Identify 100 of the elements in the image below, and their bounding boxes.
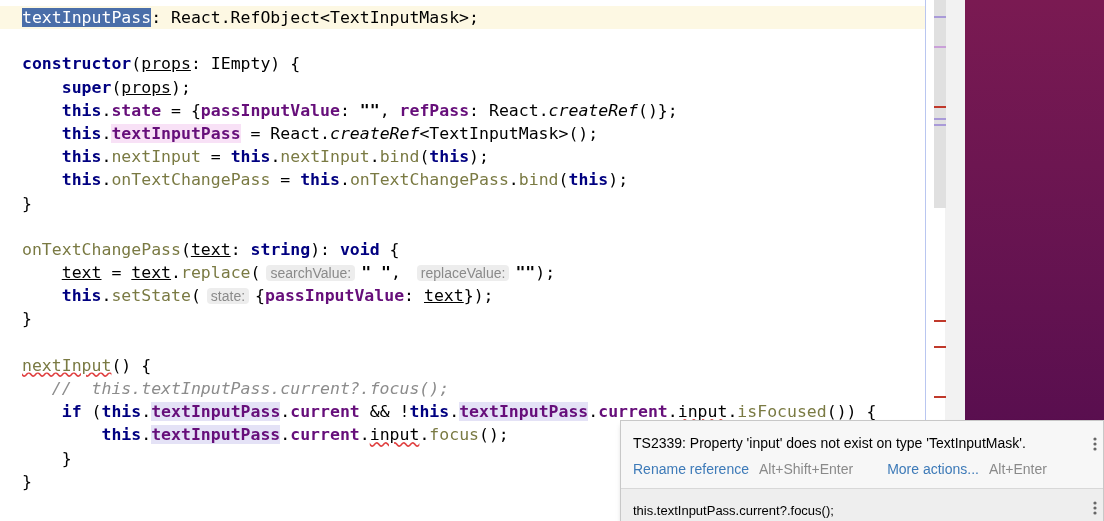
- code-token: text: [60, 263, 102, 283]
- code-token: ):: [310, 239, 331, 259]
- code-token: this: [300, 170, 340, 190]
- code-token: this: [429, 147, 470, 167]
- code-token: input: [677, 402, 728, 422]
- error-marker: [934, 346, 946, 348]
- code-token: textInputPass: [459, 402, 589, 422]
- code-token: onTextChangePass: [111, 170, 271, 190]
- code-token: (: [419, 147, 430, 167]
- code-token: .: [141, 402, 152, 422]
- code-token: onTextChangePass: [22, 239, 181, 259]
- code-token: if: [60, 402, 82, 422]
- code-token: {: [255, 286, 266, 306]
- code-token: this: [60, 100, 102, 120]
- code-token: .: [280, 425, 291, 445]
- code-token: ,: [379, 100, 391, 120]
- error-marker: [934, 320, 946, 322]
- code-token: .: [588, 402, 599, 422]
- code-token: this: [60, 123, 102, 143]
- code-token: ()};: [638, 100, 678, 120]
- code-token: .: [101, 170, 112, 190]
- code-token: });: [463, 286, 494, 306]
- code-token: :: [404, 286, 416, 306]
- code-token: <TextInputMask>();: [419, 123, 599, 143]
- quick-fix-link[interactable]: More actions...: [887, 459, 979, 480]
- code-token: passInputValue: [265, 286, 405, 306]
- code-token: " ": [361, 263, 391, 283]
- code-token: bind: [379, 147, 420, 167]
- shortcut-label: Alt+Enter: [988, 460, 1047, 479]
- code-token: constructor: [22, 54, 132, 74]
- code-token: .: [270, 147, 281, 167]
- code-token: (: [180, 239, 191, 259]
- parameter-hint: searchValue:: [266, 265, 356, 282]
- code-token: .: [101, 286, 112, 306]
- code-token: textInputPass: [22, 8, 152, 27]
- code-token: .: [449, 402, 460, 422]
- code-token: this: [60, 286, 102, 306]
- code-token: passInputValue: [200, 100, 340, 120]
- code-token: text: [190, 239, 231, 259]
- scrollbar-thumb[interactable]: [934, 0, 946, 208]
- code-token: current: [598, 402, 668, 422]
- code-token: .: [419, 425, 430, 445]
- code-token: {: [388, 239, 400, 259]
- code-token: current: [290, 402, 360, 422]
- code-token: : IEmpty) {: [190, 54, 301, 74]
- code-token: this: [230, 147, 271, 167]
- code-token: ()) {: [826, 402, 877, 422]
- code-token: .: [101, 100, 112, 120]
- code-token: textInputPass: [151, 402, 281, 422]
- more-options-icon[interactable]: [1093, 436, 1097, 451]
- code-token: }: [22, 309, 32, 329]
- code-token: textInputPass: [151, 425, 281, 445]
- code-token: this: [60, 170, 102, 190]
- code-token: replace: [181, 263, 251, 283]
- code-token: bind: [518, 170, 559, 190]
- code-token: onTextChangePass: [349, 170, 509, 190]
- usage-marker: [934, 16, 946, 18]
- error-marker: [934, 396, 946, 398]
- usage-marker: [934, 124, 946, 126]
- code-token: nextInput: [280, 147, 370, 167]
- code-token: .: [727, 402, 738, 422]
- code-token: .: [508, 170, 519, 190]
- code-token: = React.: [249, 123, 330, 143]
- quick-fix-link[interactable]: Rename reference: [633, 459, 749, 480]
- code-token: this: [409, 402, 450, 422]
- code-token: (: [131, 54, 142, 74]
- parameter-hint: replaceValue:: [416, 265, 510, 282]
- code-token: string: [250, 239, 311, 259]
- code-token: setState: [111, 286, 191, 306]
- code-token: (: [111, 77, 122, 97]
- code-token: "": [359, 100, 380, 120]
- code-token: this: [60, 147, 102, 167]
- code-token: state: [111, 100, 162, 120]
- code-token: text: [131, 263, 172, 283]
- code-token: super: [60, 77, 112, 97]
- code-token: );: [469, 147, 489, 167]
- code-token: refPass: [399, 100, 470, 120]
- code-token: ();: [479, 425, 509, 445]
- code-token: }: [22, 471, 32, 491]
- code-token: nextInput: [111, 147, 201, 167]
- more-options-icon[interactable]: [1093, 501, 1097, 515]
- error-marker: [934, 106, 946, 108]
- code-token: (: [558, 170, 569, 190]
- code-token: .: [101, 123, 112, 143]
- code-token: this: [101, 402, 142, 422]
- code-token: textInputPass: [111, 123, 241, 143]
- code-token: this: [568, 170, 609, 190]
- code-token: // this.textInputPass.current?.focus();: [50, 379, 450, 398]
- code-token: this: [100, 425, 142, 445]
- code-token: =: [279, 170, 292, 190]
- code-token: nextInput: [22, 355, 112, 375]
- code-token: .: [339, 170, 350, 190]
- code-token: );: [171, 77, 191, 97]
- code-token: && !: [368, 402, 410, 422]
- code-token: ,: [391, 263, 402, 283]
- code-token: (: [250, 263, 261, 283]
- code-token: .: [280, 402, 291, 422]
- parameter-hint: state:: [206, 288, 250, 305]
- code-token: focus: [429, 425, 479, 445]
- code-token: (: [190, 286, 201, 306]
